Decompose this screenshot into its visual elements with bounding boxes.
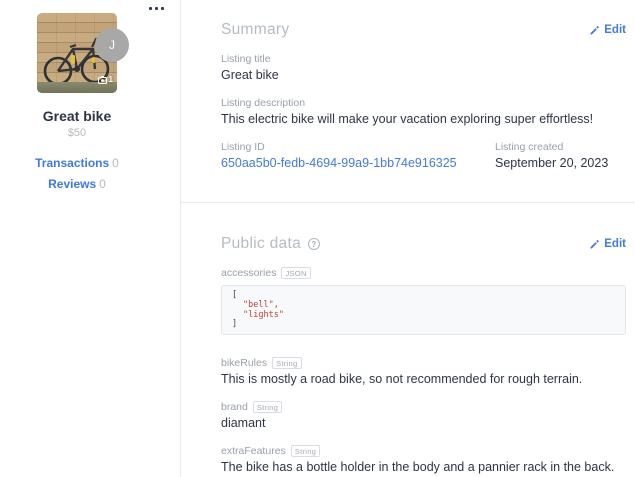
pencil-icon	[590, 239, 600, 248]
reviews-link[interactable]: Reviews	[48, 177, 96, 191]
json-item-bell: "bell",	[243, 299, 279, 310]
brand-label: brand	[221, 401, 248, 414]
json-close-bracket: ]	[232, 319, 238, 330]
public-data-section: Public data ? Edit accessories JSON ["b…	[181, 203, 635, 475]
brand-value: diamant	[221, 416, 266, 431]
author-avatar[interactable]: J	[95, 28, 129, 62]
more-options-button[interactable]	[147, 5, 166, 12]
photo-count-badge: 1	[97, 75, 113, 84]
json-type-badge: JSON	[281, 267, 311, 279]
listing-sidebar: 1 J Great bike $50 Transactions 0 Reviews…	[0, 0, 181, 477]
bike-rules-value: This is mostly a road bike, so not recom…	[221, 372, 583, 387]
listing-title-value: Great bike	[221, 68, 279, 82]
listing-created-field: Listing created September 20, 2023	[495, 141, 608, 171]
public-data-edit-button[interactable]: Edit	[589, 238, 626, 250]
listing-id-link[interactable]: 650aa5b0-fedb-4694-99a9-1bb74e916325	[221, 156, 457, 170]
bike-rules-field: bikeRules String This is mostly a road b…	[221, 357, 626, 387]
extra-features-label: extraFeatures	[221, 445, 286, 458]
summary-edit-button[interactable]: Edit	[589, 24, 626, 36]
accessories-label: accessories	[221, 267, 277, 279]
summary-header: Summary Edit	[221, 21, 626, 39]
listing-description-value: This electric bike will make your vacati…	[221, 112, 594, 126]
json-item-lights: "lights"	[243, 309, 284, 320]
transactions-link[interactable]: Transactions	[35, 156, 109, 170]
extra-features-value: The bike has a bottle holder in the body…	[221, 460, 615, 475]
extra-features-field: extraFeatures String The bike has a bott…	[221, 445, 626, 475]
listing-description-field: Listing description This electric bike w…	[221, 97, 626, 127]
public-data-edit-label: Edit	[604, 238, 626, 250]
reviews-row: Reviews 0	[0, 177, 154, 191]
transactions-row: Transactions 0	[0, 156, 154, 170]
listing-title: Great bike	[42, 108, 112, 124]
public-data-header: Public data ? Edit	[221, 235, 626, 253]
transactions-count: 0	[112, 156, 119, 170]
pencil-icon	[590, 25, 600, 34]
listing-price: $50	[67, 127, 87, 139]
listing-description-label: Listing description	[221, 97, 306, 109]
summary-edit-label: Edit	[604, 24, 626, 36]
brand-field: brand String diamant	[221, 401, 626, 431]
summary-section: Summary Edit Listing title Great bike Li…	[181, 0, 635, 203]
listing-detail-main: Summary Edit Listing title Great bike Li…	[181, 0, 635, 477]
public-data-heading: Public data	[221, 235, 301, 252]
listing-id-field: Listing ID 650aa5b0-fedb-4694-99a9-1bb74…	[221, 141, 495, 171]
listing-title-field: Listing title Great bike	[221, 53, 626, 83]
camera-icon	[97, 75, 107, 84]
listing-created-label: Listing created	[495, 141, 564, 153]
accessories-json-value: [ "bell", "lights" ]	[221, 285, 626, 336]
json-open-bracket: [	[232, 290, 238, 300]
listing-id-row: Listing ID 650aa5b0-fedb-4694-99a9-1bb74…	[221, 141, 626, 171]
reviews-count: 0	[99, 177, 106, 191]
listing-id-label: Listing ID	[221, 141, 265, 153]
string-type-badge: String	[252, 401, 283, 414]
listing-created-value: September 20, 2023	[495, 156, 609, 170]
photo-count: 1	[108, 75, 113, 84]
help-icon[interactable]: ?	[308, 238, 320, 250]
summary-heading: Summary	[221, 21, 290, 38]
string-type-badge: String	[272, 357, 302, 370]
accessories-field: accessories JSON [ "bell", "lights" ]	[221, 267, 626, 336]
bike-rules-label: bikeRules	[221, 357, 268, 370]
listing-detail-page: 1 J Great bike $50 Transactions 0 Reviews…	[0, 0, 635, 477]
listing-title-label: Listing title	[221, 53, 271, 65]
string-type-badge: String	[290, 445, 321, 458]
